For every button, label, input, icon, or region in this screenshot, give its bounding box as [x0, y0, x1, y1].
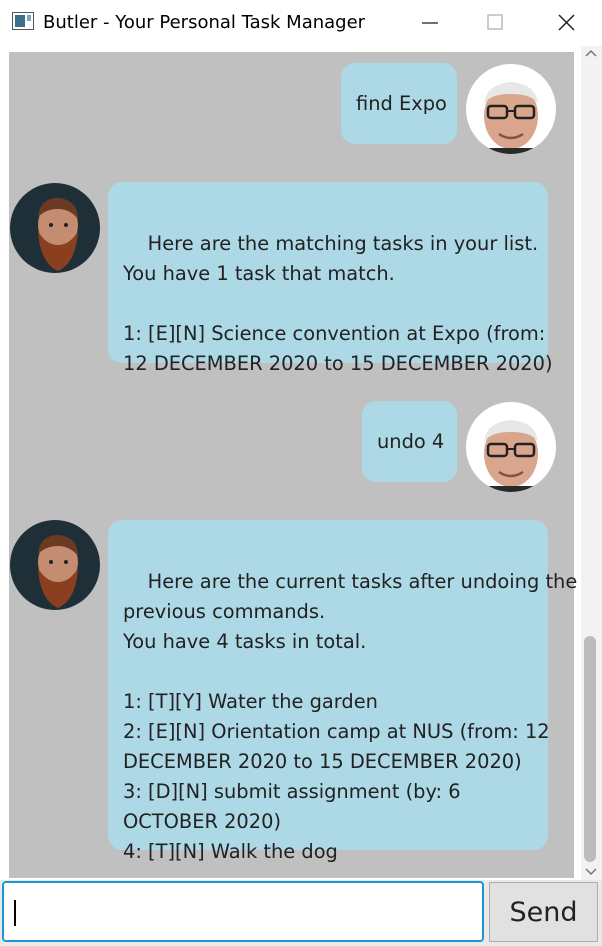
scrollbar-thumb[interactable] — [584, 636, 596, 862]
user-avatar-icon — [466, 64, 556, 154]
message-text: Here are the matching tasks in your list… — [123, 232, 553, 375]
minimize-button[interactable] — [407, 0, 453, 46]
input-bar: Send — [0, 880, 602, 946]
butler-avatar-icon — [10, 520, 100, 610]
window-title: Butler - Your Personal Task Manager — [43, 12, 366, 33]
scroll-up-icon[interactable] — [584, 48, 598, 58]
user-message: undo 4 — [362, 401, 457, 482]
minimize-icon — [422, 22, 438, 24]
close-icon — [558, 14, 575, 31]
user-message: find Expo — [341, 63, 457, 144]
scroll-down-icon[interactable] — [584, 867, 598, 877]
window-app-icon — [12, 12, 36, 32]
butler-avatar-icon — [10, 183, 100, 273]
close-button[interactable] — [543, 0, 589, 46]
maximize-icon — [487, 14, 503, 30]
chat-scroll-pane[interactable]: find Expo Here are the matching tasks in… — [0, 46, 602, 880]
message-text: undo 4 — [377, 429, 445, 453]
title-bar: Butler - Your Personal Task Manager — [0, 0, 602, 47]
message-text: find Expo — [356, 91, 447, 115]
command-input[interactable] — [2, 881, 484, 942]
text-cursor — [14, 900, 16, 926]
message-text: Here are the current tasks after undoing… — [123, 570, 578, 863]
bot-message: Here are the matching tasks in your list… — [108, 182, 553, 375]
send-button[interactable]: Send — [489, 882, 598, 942]
bot-message: Here are the current tasks after undoing… — [108, 520, 577, 863]
user-avatar-icon — [466, 402, 556, 492]
vertical-scrollbar[interactable] — [581, 46, 602, 880]
maximize-button[interactable] — [472, 0, 518, 46]
